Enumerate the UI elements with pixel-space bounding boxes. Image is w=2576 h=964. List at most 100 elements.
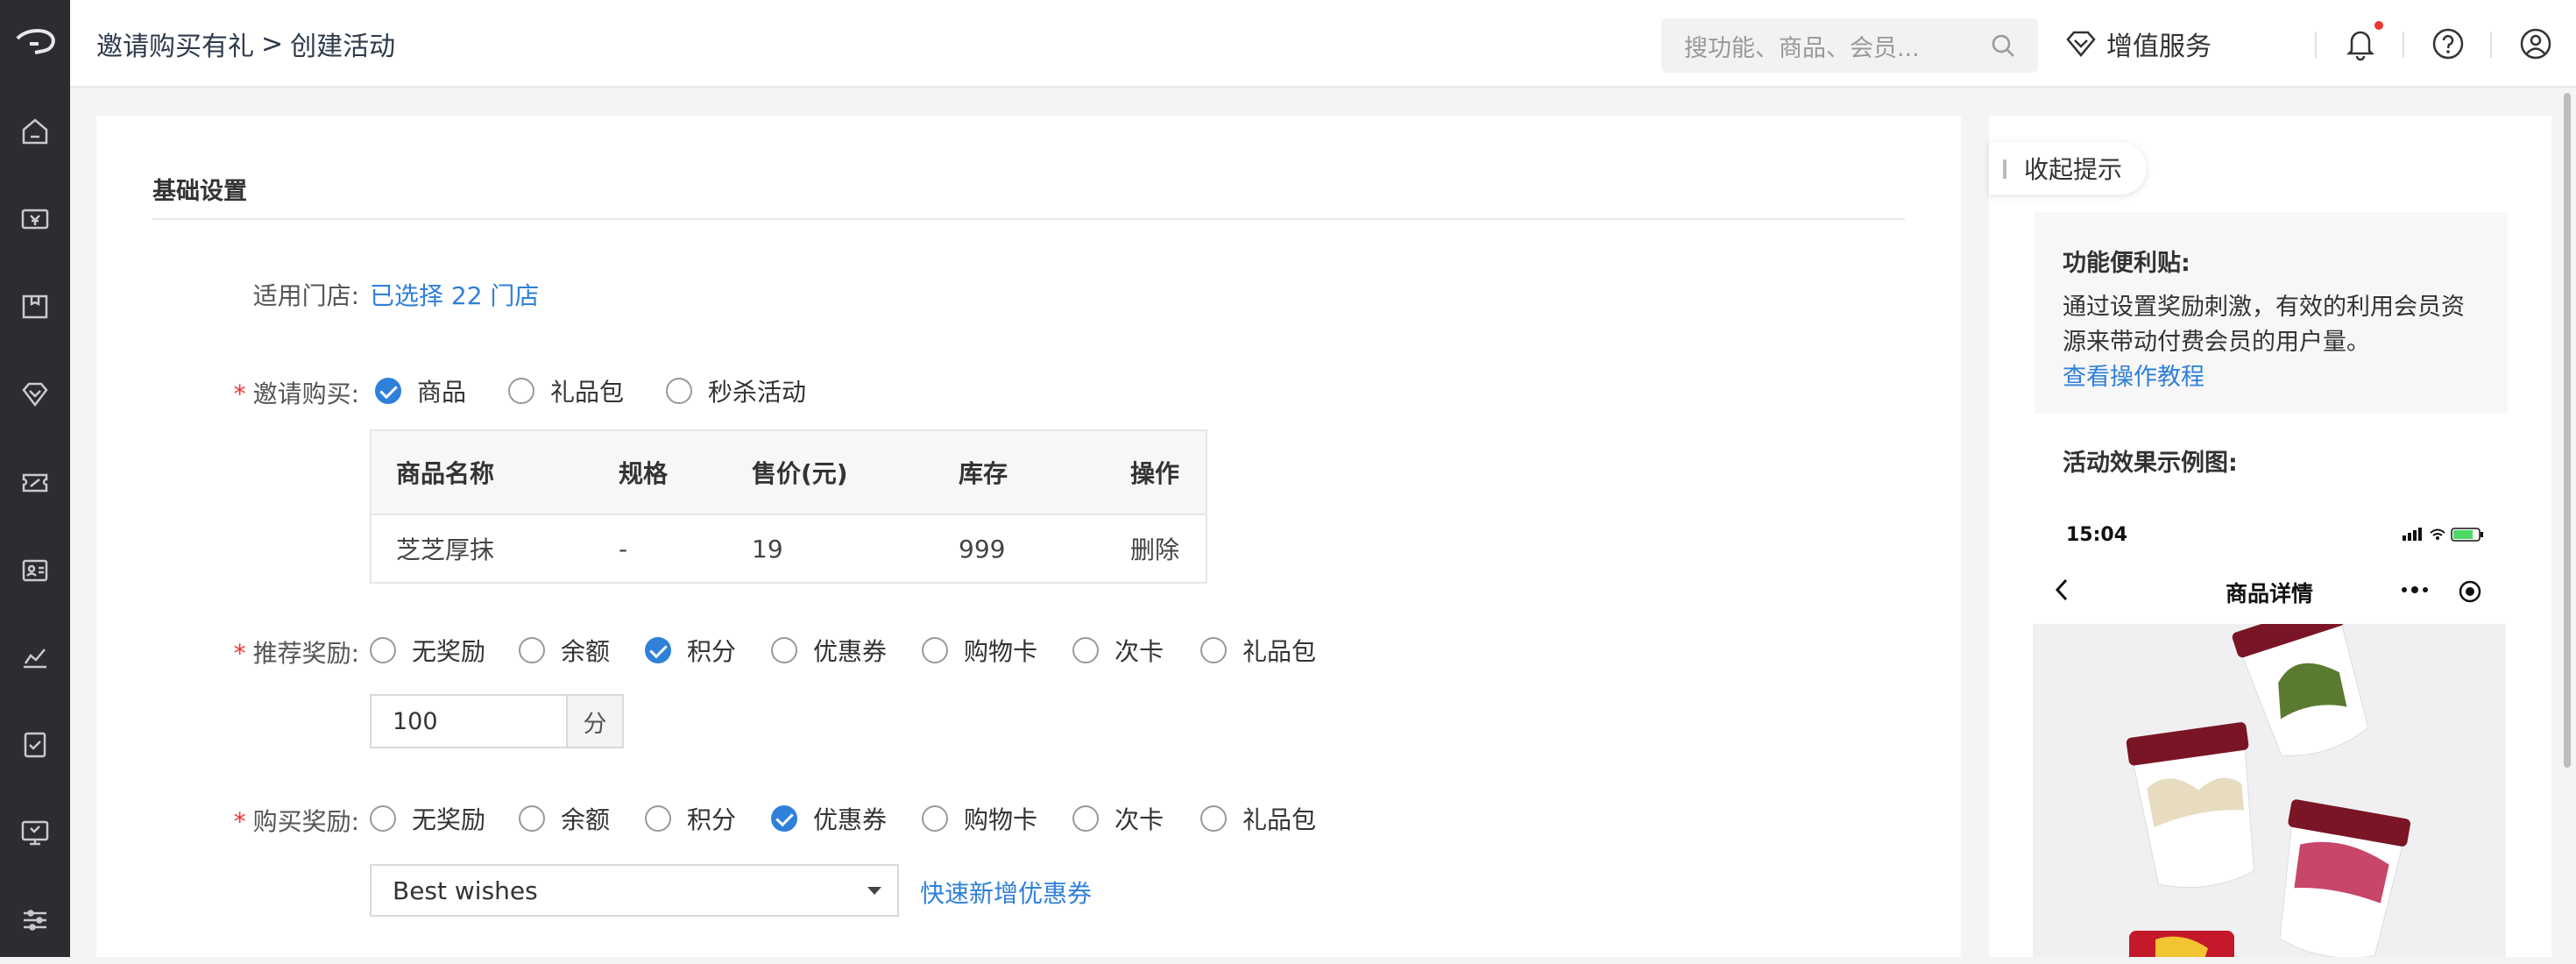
product-stock: 999 — [959, 534, 1006, 564]
nav-orders[interactable] — [0, 701, 70, 789]
radio-checked[interactable] — [645, 637, 671, 663]
purchase-option-balance[interactable]: 余额 — [519, 801, 610, 836]
phone-status-icons — [2403, 528, 2483, 542]
purchase-option-times-card[interactable]: 次卡 — [1072, 801, 1164, 836]
page-scrollbar[interactable] — [2558, 88, 2576, 957]
radio[interactable] — [508, 378, 534, 404]
radio[interactable] — [771, 637, 797, 663]
radio[interactable] — [1072, 805, 1099, 832]
radio-checked[interactable] — [771, 805, 797, 832]
help-icon[interactable] — [2429, 25, 2467, 63]
referral-option-balance[interactable]: 余额 — [519, 633, 610, 668]
close-target-icon — [2459, 580, 2481, 603]
breadcrumb-separator: > — [261, 28, 284, 60]
notification-dot — [2374, 21, 2383, 30]
referral-option-coupon[interactable]: 优惠券 — [771, 633, 887, 668]
scrollbar-thumb[interactable] — [2564, 93, 2571, 768]
column-header: 规格 — [619, 459, 669, 488]
diamond-icon — [2066, 31, 2096, 57]
radio[interactable] — [1200, 637, 1227, 663]
referral-option-shopping-card[interactable]: 购物卡 — [922, 633, 1037, 668]
collapse-handle-icon — [2003, 159, 2006, 179]
points-unit: 分 — [566, 696, 622, 747]
radio[interactable] — [922, 805, 948, 832]
radio[interactable] — [370, 805, 396, 832]
bell-icon[interactable] — [2341, 25, 2380, 63]
checklist-icon — [24, 732, 46, 758]
value-added-services-label: 增值服务 — [2106, 32, 2212, 62]
breadcrumb: 邀请购买有礼 > 创建活动 — [96, 0, 395, 88]
purchase-option-shopping-card[interactable]: 购物卡 — [922, 801, 1037, 836]
divider — [2403, 32, 2404, 58]
referral-option-points[interactable]: 积分 — [645, 633, 736, 668]
product-image — [2033, 600, 2506, 957]
phone-status-time: 15:04 — [2066, 524, 2128, 546]
purchase-option-none[interactable]: 无奖励 — [370, 801, 485, 836]
purchase-option-gift-pack[interactable]: 礼品包 — [1200, 801, 1316, 836]
value-added-services-button[interactable]: 增值服务 — [2064, 0, 2212, 88]
radio[interactable] — [370, 637, 396, 663]
caret-down-icon — [867, 887, 881, 895]
invite-option-flash-sale[interactable]: 秒杀活动 — [666, 373, 806, 408]
home-icon — [22, 118, 48, 145]
purchase-option-coupon[interactable]: 优惠券 — [771, 801, 887, 836]
nav-devices[interactable] — [0, 789, 70, 876]
collapse-tips-label: 收起提示 — [2024, 155, 2123, 184]
invite-option-goods[interactable]: 商品 — [375, 373, 466, 408]
radio[interactable] — [645, 805, 671, 832]
radio[interactable] — [1200, 805, 1227, 832]
nav-data[interactable] — [0, 613, 70, 701]
search-input[interactable]: 搜功能、商品、会员... — [1661, 18, 2038, 73]
referral-option-gift-pack[interactable]: 礼品包 — [1200, 633, 1316, 668]
nav-marketing[interactable] — [0, 438, 70, 526]
radio[interactable] — [922, 637, 948, 663]
diamond-icon — [22, 382, 48, 408]
radio[interactable] — [1072, 637, 1099, 663]
section-title: 基础设置 — [152, 178, 247, 205]
radio[interactable] — [666, 378, 692, 404]
nav-settings[interactable] — [0, 876, 70, 964]
delete-link[interactable]: 删除 — [1130, 515, 1179, 582]
quick-add-coupon-link[interactable]: 快速新增优惠券 — [920, 875, 1092, 910]
referral-option-none[interactable]: 无奖励 — [370, 633, 485, 668]
product-table: 商品名称 规格 售价(元) 库存 操作 芝芝厚抹 - 19 999 删除 — [370, 429, 1207, 584]
coupon-select[interactable]: Best wishes — [370, 864, 899, 917]
nav-member[interactable] — [0, 351, 70, 438]
radio-checked[interactable] — [375, 378, 401, 404]
demo-title: 活动效果示例图: — [2063, 450, 2238, 477]
nav-card[interactable] — [0, 526, 70, 613]
nav-cashier[interactable] — [0, 175, 70, 263]
referral-option-times-card[interactable]: 次卡 — [1072, 633, 1164, 668]
search-placeholder: 搜功能、商品、会员... — [1684, 34, 1920, 62]
ice-cream-tubs-image — [2033, 600, 2506, 957]
search-icon[interactable] — [1989, 32, 2017, 60]
column-header: 库存 — [959, 459, 1008, 488]
invite-label: * 邀请购买: — [233, 379, 359, 408]
breadcrumb-parent[interactable]: 邀请购买有礼 — [96, 25, 254, 63]
product-price: 19 — [752, 534, 783, 564]
tutorial-link[interactable]: 查看操作教程 — [2063, 360, 2480, 395]
column-header: 商品名称 — [396, 459, 495, 488]
table-header: 商品名称 规格 售价(元) 库存 操作 — [372, 431, 1206, 515]
tip-text: 通过设置奖励刺激，有效的利用会员资源来带动付费会员的用户量。 — [2063, 294, 2465, 356]
purchase-option-points[interactable]: 积分 — [645, 801, 736, 836]
phone-preview: 15:04 商品详情 — [2033, 501, 2506, 957]
collapse-tips-button[interactable]: 收起提示 — [1989, 142, 2147, 195]
app-logo[interactable] — [0, 0, 70, 88]
selected-stores-link[interactable]: 已选择 22 门店 — [370, 277, 539, 312]
package-icon — [22, 294, 48, 319]
sidebar — [0, 0, 70, 957]
purchase-reward-label: * 购买奖励: — [233, 807, 359, 836]
divider — [2315, 32, 2317, 58]
radio[interactable] — [519, 637, 545, 663]
breadcrumb-current: 创建活动 — [290, 32, 396, 62]
points-input[interactable]: 100 — [372, 696, 566, 747]
tips-panel: 收起提示 功能便利贴: 通过设置奖励刺激，有效的利用会员资源来带动付费会员的用户… — [1989, 116, 2551, 957]
nav-home[interactable] — [0, 88, 70, 175]
nav-goods[interactable] — [0, 263, 70, 351]
invite-option-gift-pack[interactable]: 礼品包 — [508, 373, 624, 408]
store-label: 适用门店: — [252, 281, 359, 310]
radio[interactable] — [519, 805, 545, 832]
user-avatar-icon[interactable] — [2516, 25, 2555, 63]
coupon-icon — [22, 473, 48, 493]
